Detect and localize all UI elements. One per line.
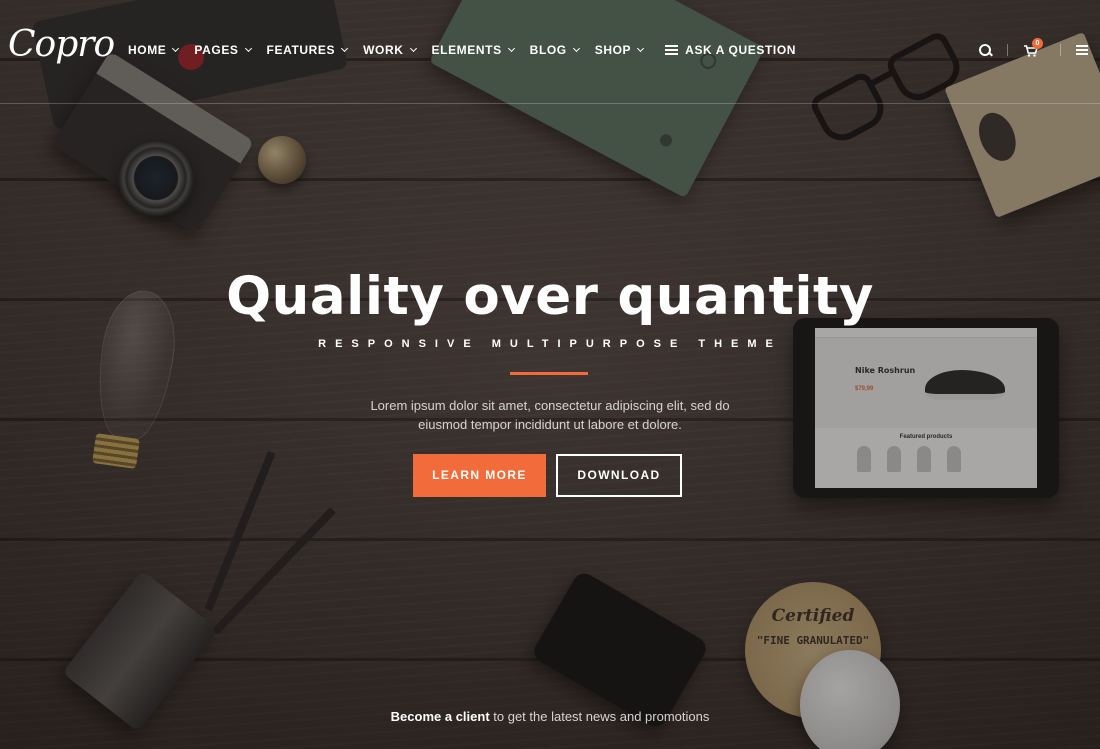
nav-item-work[interactable]: WORK — [363, 43, 417, 57]
nav-item-label: SHOP — [594, 43, 632, 57]
nav-item-label: FEATURES — [266, 43, 336, 57]
chevron-down-icon — [244, 44, 252, 53]
nav-item-blog[interactable]: BLOG — [529, 43, 580, 57]
nav-item-shop[interactable]: SHOP — [594, 43, 645, 57]
chevron-down-icon — [409, 44, 417, 53]
menu-icon[interactable] — [1076, 45, 1088, 55]
logo[interactable]: Copro — [8, 24, 115, 65]
ask-question-label: ASK A QUESTION — [685, 43, 797, 57]
hero-title: Quality over quantity — [226, 266, 874, 327]
nav-item-label: ELEMENTS — [431, 43, 502, 57]
nav-item-pages[interactable]: PAGES — [194, 43, 252, 57]
chevron-down-icon — [637, 44, 645, 53]
main-nav: HOME PAGES FEATURES WORK ELEMENTS BLOG S… — [128, 43, 812, 57]
nav-item-features[interactable]: FEATURES — [266, 43, 349, 57]
search-icon[interactable] — [979, 44, 992, 57]
header-divider — [1007, 44, 1008, 56]
learn-more-button[interactable]: LEARN MORE — [413, 454, 546, 497]
hero-description: Lorem ipsum dolor sit amet, consectetur … — [370, 398, 730, 432]
hero-subtitle: RESPONSIVE MULTIPURPOSE THEME — [318, 338, 782, 350]
nav-item-label: BLOG — [529, 43, 567, 57]
nav-item-elements[interactable]: ELEMENTS — [431, 43, 515, 57]
chevron-down-icon — [341, 44, 349, 53]
cart-count-badge: 0 — [1032, 38, 1043, 49]
ask-question-link[interactable]: ASK A QUESTION — [665, 43, 796, 57]
nav-item-home[interactable]: HOME — [128, 43, 180, 57]
nav-item-label: HOME — [128, 43, 167, 57]
download-button[interactable]: DOWNLOAD — [556, 454, 682, 497]
chevron-down-icon — [172, 44, 180, 53]
site-header: Copro HOME PAGES FEATURES WORK ELEMENTS … — [0, 0, 1100, 104]
chevron-down-icon — [572, 44, 580, 53]
list-icon — [665, 45, 679, 55]
chevron-down-icon — [507, 44, 515, 53]
client-cta-link[interactable]: Become a client — [391, 709, 490, 724]
nav-item-label: PAGES — [194, 43, 239, 57]
hero-divider — [510, 372, 588, 375]
client-cta: Become a client to get the latest news a… — [0, 709, 1100, 724]
header-divider — [1060, 44, 1061, 56]
client-cta-text: to get the latest news and promotions — [489, 709, 710, 724]
nav-item-label: WORK — [363, 43, 404, 57]
